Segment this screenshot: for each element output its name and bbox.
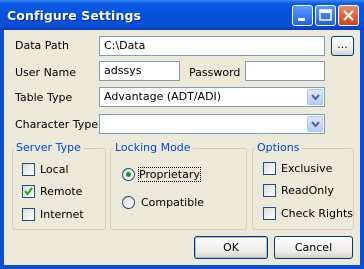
proprietary-radio[interactable] bbox=[122, 168, 135, 181]
table-type-dropdown-button[interactable] bbox=[307, 89, 323, 105]
user-name-label: User Name bbox=[15, 66, 77, 79]
data-path-label: Data Path bbox=[15, 39, 69, 52]
character-type-dropdown-button[interactable] bbox=[307, 116, 323, 132]
exclusive-label[interactable]: Exclusive bbox=[281, 162, 332, 175]
local-checkbox[interactable] bbox=[22, 163, 35, 176]
maximize-button[interactable] bbox=[315, 5, 336, 26]
server-type-legend: Server Type bbox=[14, 141, 83, 154]
character-type-select[interactable] bbox=[99, 114, 325, 134]
maximize-icon bbox=[319, 9, 332, 21]
readonly-label[interactable]: ReadOnly bbox=[281, 184, 334, 197]
ok-button[interactable]: OK bbox=[194, 236, 268, 259]
configure-settings-window: Configure Settings Data Path C:\Data ...… bbox=[0, 0, 364, 269]
character-type-label: Character Type bbox=[15, 118, 99, 131]
proprietary-label[interactable]: Proprietary bbox=[138, 167, 201, 182]
options-legend: Options bbox=[255, 141, 302, 154]
table-type-label: Table Type bbox=[15, 91, 73, 104]
chevron-down-icon bbox=[311, 94, 320, 101]
dialog-body: Data Path C:\Data ... User Name adssys P… bbox=[4, 30, 360, 265]
readonly-checkbox[interactable] bbox=[263, 184, 276, 197]
window-title: Configure Settings bbox=[7, 8, 142, 23]
password-label: Password bbox=[189, 66, 241, 79]
minimize-button[interactable] bbox=[292, 5, 313, 26]
minimize-icon bbox=[298, 18, 305, 21]
close-icon bbox=[343, 10, 354, 21]
internet-label[interactable]: Internet bbox=[40, 208, 84, 221]
compatible-radio[interactable] bbox=[122, 196, 135, 209]
remote-label[interactable]: Remote bbox=[40, 185, 82, 198]
locking-mode-legend: Locking Mode bbox=[113, 141, 193, 154]
cancel-button[interactable]: Cancel bbox=[274, 236, 353, 259]
close-button[interactable] bbox=[338, 5, 359, 26]
locking-mode-group bbox=[110, 148, 247, 230]
data-path-input[interactable]: C:\Data bbox=[99, 36, 325, 56]
browse-button[interactable]: ... bbox=[331, 36, 354, 56]
table-type-value: Advantage (ADT/ADI) bbox=[104, 90, 222, 103]
local-label[interactable]: Local bbox=[40, 163, 69, 176]
checkmark-icon bbox=[24, 187, 33, 196]
remote-checkbox[interactable] bbox=[22, 185, 35, 198]
check-rights-checkbox[interactable] bbox=[263, 207, 276, 220]
compatible-label[interactable]: Compatible bbox=[141, 196, 204, 209]
title-bar[interactable]: Configure Settings bbox=[0, 0, 364, 30]
check-rights-label[interactable]: Check Rights bbox=[281, 207, 353, 220]
table-type-select[interactable]: Advantage (ADT/ADI) bbox=[99, 87, 325, 107]
chevron-down-icon bbox=[311, 121, 320, 128]
password-input[interactable] bbox=[245, 61, 325, 81]
internet-checkbox[interactable] bbox=[22, 208, 35, 221]
exclusive-checkbox[interactable] bbox=[263, 162, 276, 175]
user-name-input[interactable]: adssys bbox=[99, 61, 180, 81]
